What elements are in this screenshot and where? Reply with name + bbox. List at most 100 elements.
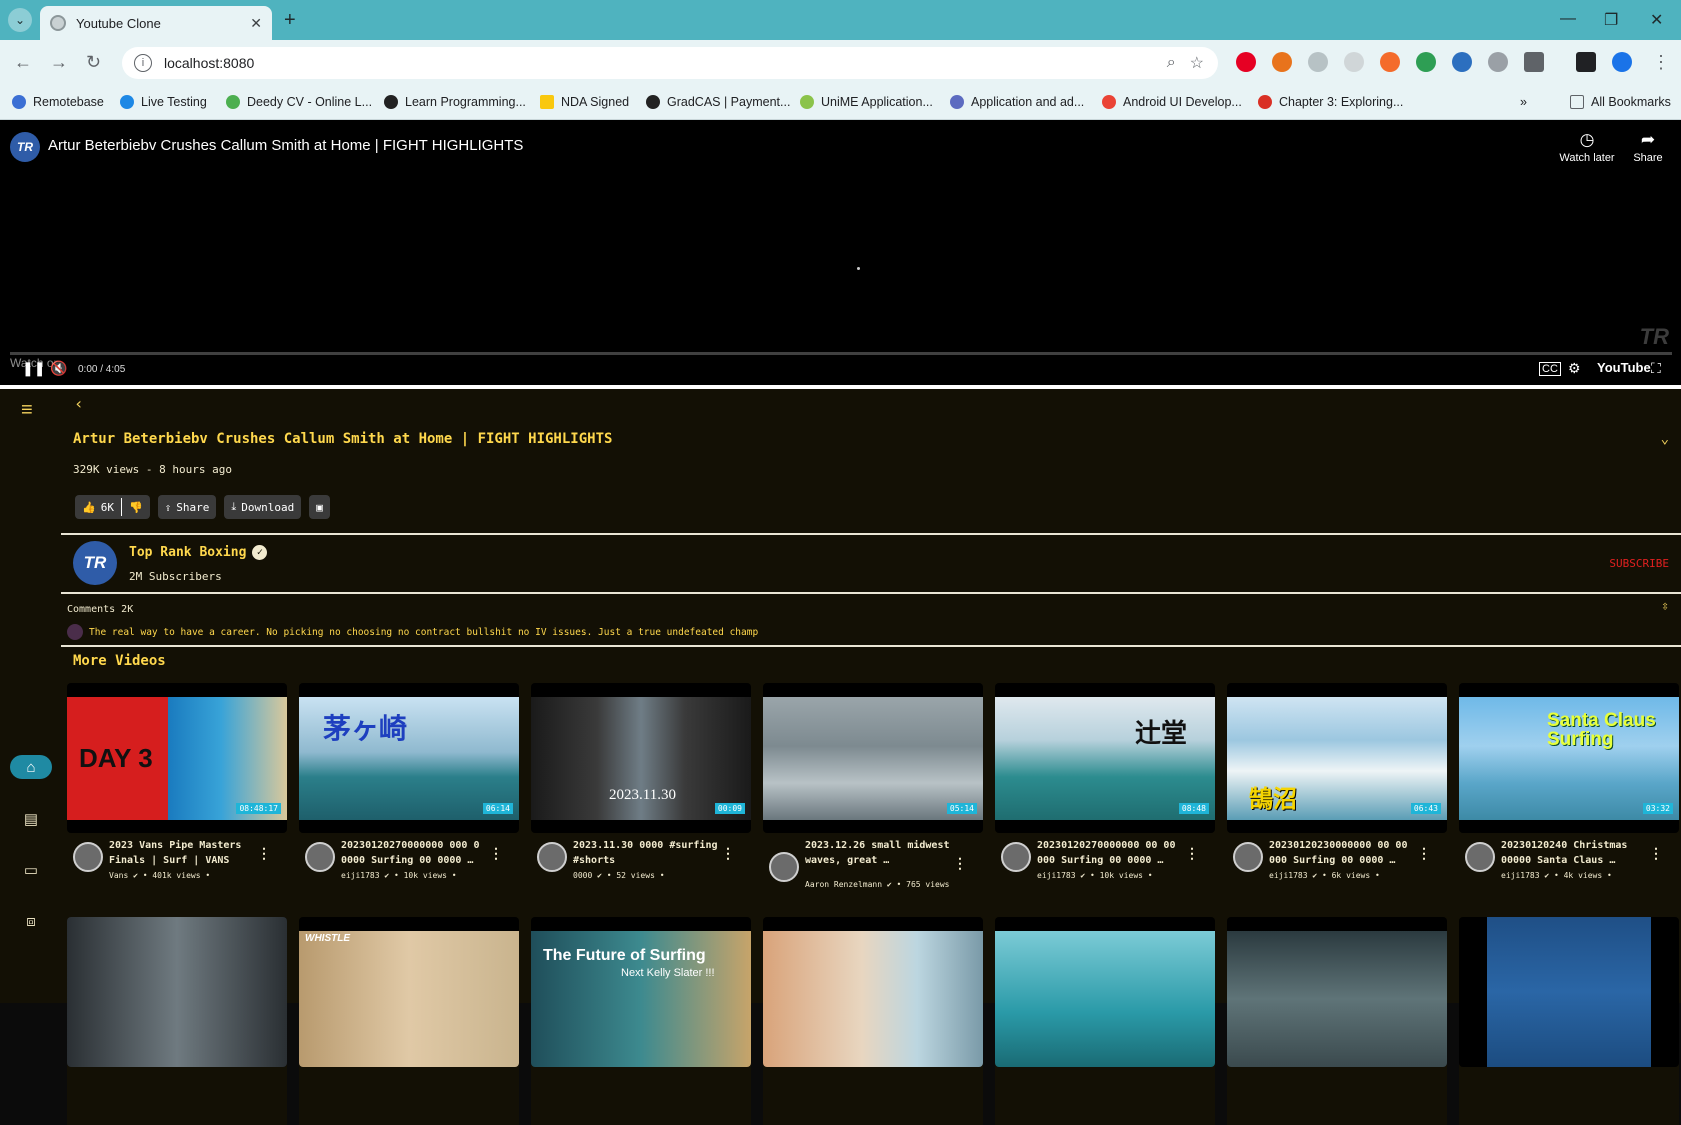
bitwarden-extension-icon[interactable]	[1452, 52, 1472, 72]
comments-heading[interactable]: Comments 2K	[67, 604, 133, 615]
video-card[interactable]: The Future of Surfing Next Kelly Slater …	[531, 917, 751, 1125]
video-thumbnail[interactable]	[67, 917, 287, 1067]
channel-watermark[interactable]: TR	[1640, 324, 1669, 350]
bookmark-gradcas[interactable]: GradCAS | Payment...	[646, 95, 790, 109]
chevron-down-icon[interactable]: ⌄	[1661, 431, 1669, 447]
bookmark-nda-signed[interactable]: NDA Signed	[540, 95, 629, 109]
window-close-icon[interactable]: ✕	[1650, 10, 1663, 30]
download-button[interactable]: ⤓ Download	[224, 495, 302, 519]
channel-avatar[interactable]: TR	[73, 541, 117, 585]
video-card[interactable]	[763, 917, 983, 1125]
video-card[interactable]: Santa Claus Surfing 03:32 20230120240 Ch…	[1459, 683, 1679, 891]
more-options-icon[interactable]: ⋮	[489, 846, 503, 862]
all-bookmarks[interactable]: All Bookmarks	[1570, 95, 1671, 109]
tab-search-icon[interactable]: ⌄	[8, 8, 32, 32]
bookmark-live-testing[interactable]: Live Testing	[120, 95, 207, 109]
video-card[interactable]	[1227, 917, 1447, 1125]
reload-icon[interactable]: ↻	[86, 52, 101, 73]
new-tab-icon[interactable]: +	[284, 9, 296, 32]
video-thumbnail[interactable]	[1459, 917, 1679, 1067]
video-card[interactable]: DAY 3 08:48:17 2023 Vans Pipe Masters Fi…	[67, 683, 287, 891]
subscriptions-icon[interactable]: ▭	[10, 858, 52, 882]
video-card[interactable]	[67, 917, 287, 1125]
video-player[interactable]: TR Artur Beterbiebv Crushes Callum Smith…	[0, 120, 1681, 385]
video-card-title[interactable]: 2023 Vans Pipe Masters Finals | Surf | V…	[109, 838, 269, 868]
bookmark-remotebase[interactable]: Remotebase	[12, 95, 104, 109]
share-button[interactable]: ⇪ Share	[157, 495, 217, 519]
settings-gear-icon[interactable]: ⚙	[1568, 360, 1581, 377]
back-icon[interactable]: ←	[14, 52, 32, 73]
progress-bar[interactable]	[10, 352, 1672, 355]
youtube-logo[interactable]: YouTube	[1597, 360, 1651, 375]
video-card-title[interactable]: 2023.12.26 small midwest waves, great …	[805, 838, 965, 868]
video-card[interactable]: 辻堂 08:48 20230120270000000 00 00 000 Sur…	[995, 683, 1215, 891]
url-text[interactable]: localhost:8080	[164, 55, 1167, 71]
video-thumbnail[interactable]	[763, 917, 983, 1067]
channel-name[interactable]: Top Rank Boxing ✓	[129, 545, 268, 560]
more-options-icon[interactable]: ⋮	[1417, 846, 1431, 862]
back-chevron-icon[interactable]: ‹	[74, 394, 84, 413]
more-options-icon[interactable]: ⋮	[953, 856, 967, 872]
video-card[interactable]: 鵠沼 06:43 20230120230000000 00 00 000 Sur…	[1227, 683, 1447, 891]
video-card[interactable]: 2023.11.30 00:09 2023.11.30 0000 #surfin…	[531, 683, 751, 891]
browser-menu-icon[interactable]: ⋮	[1652, 52, 1670, 73]
video-card-title[interactable]: 20230120240 Christmas 00000 Santa Claus …	[1501, 838, 1661, 868]
camera-extension-icon[interactable]	[1488, 52, 1508, 72]
thumbs-down-icon[interactable]: 👎	[129, 501, 143, 514]
watch-later-button[interactable]: ◷ Watch later	[1557, 130, 1617, 164]
video-card[interactable]	[1459, 917, 1679, 1125]
hamburger-menu-icon[interactable]: ≡	[21, 399, 33, 422]
channel-avatar-small[interactable]	[73, 842, 103, 872]
bookmark-deedy-cv[interactable]: Deedy CV - Online L...	[226, 95, 372, 109]
bookmark-chapter-3[interactable]: Chapter 3: Exploring...	[1258, 95, 1403, 109]
video-card-title[interactable]: 20230120270000000 000 0 0000 Surfing 00 …	[341, 838, 501, 868]
more-options-icon[interactable]: ⋮	[1649, 846, 1663, 862]
bookmark-android-ui[interactable]: Android UI Develop...	[1102, 95, 1242, 109]
video-thumbnail[interactable]: WHISTLE	[299, 917, 519, 1067]
channel-avatar-small[interactable]	[305, 842, 335, 872]
extension-badge-icon[interactable]	[1416, 52, 1436, 72]
zoom-icon[interactable]: ⌕	[1167, 54, 1176, 72]
forward-icon[interactable]: →	[50, 52, 68, 73]
captions-icon[interactable]: CC	[1539, 362, 1561, 376]
player-share-button[interactable]: ➦ Share	[1618, 130, 1678, 164]
site-info-icon[interactable]: i	[134, 54, 152, 72]
thumbs-up-icon[interactable]: 👍	[82, 501, 96, 514]
video-thumbnail[interactable]: 鵠沼 06:43	[1227, 683, 1447, 833]
u-extension-icon[interactable]	[1344, 52, 1364, 72]
more-options-icon[interactable]: ⋮	[721, 846, 735, 862]
player-channel-logo[interactable]: TR	[10, 132, 40, 162]
library-icon[interactable]: ⧈	[10, 909, 52, 933]
tab-close-icon[interactable]: ✕	[250, 15, 262, 32]
video-card-title[interactable]: 2023.11.30 0000 #surfing #shorts	[573, 838, 733, 868]
top-comment[interactable]: The real way to have a career. No pickin…	[67, 624, 758, 640]
profile-avatar-icon[interactable]	[1612, 52, 1632, 72]
expand-comments-icon[interactable]: ⇳	[1661, 599, 1669, 614]
video-thumbnail[interactable]: 05:14	[763, 683, 983, 833]
video-thumbnail[interactable]: 2023.11.30 00:09	[531, 683, 751, 833]
video-thumbnail[interactable]: Santa Claus Surfing 03:32	[1459, 683, 1679, 833]
like-dislike-button[interactable]: 👍 6K 👎	[75, 495, 150, 519]
bookmark-learn-programming[interactable]: Learn Programming...	[384, 95, 526, 109]
video-thumbnail[interactable]	[995, 917, 1215, 1067]
home-icon[interactable]: ⌂	[10, 755, 52, 779]
video-thumbnail[interactable]: 辻堂 08:48	[995, 683, 1215, 833]
video-card-title[interactable]: 20230120270000000 00 00 000 Surfing 00 0…	[1037, 838, 1197, 868]
channel-avatar-small[interactable]	[1465, 842, 1495, 872]
minimize-icon[interactable]: —	[1560, 10, 1576, 28]
channel-avatar-small[interactable]	[1233, 842, 1263, 872]
extension-icon[interactable]	[1380, 52, 1400, 72]
more-options-icon[interactable]: ⋮	[1185, 846, 1199, 862]
save-button[interactable]: ▣	[309, 495, 330, 519]
channel-avatar-small[interactable]	[1001, 842, 1031, 872]
extensions-puzzle-icon[interactable]	[1524, 52, 1544, 72]
subscribe-button[interactable]: SUBSCRIBE	[1609, 557, 1669, 570]
video-card[interactable]: 茅ヶ崎 06:14 20230120270000000 000 0 0000 S…	[299, 683, 519, 891]
video-thumbnail[interactable]	[1227, 917, 1447, 1067]
restore-icon[interactable]: ❐	[1604, 10, 1618, 30]
pause-icon[interactable]: ❚❚	[22, 360, 45, 377]
shield-extension-icon[interactable]	[1308, 52, 1328, 72]
channel-avatar-small[interactable]	[769, 852, 799, 882]
address-bar[interactable]: i localhost:8080 ⌕ ☆	[122, 47, 1218, 79]
video-card[interactable]: 05:14 2023.12.26 small midwest waves, gr…	[763, 683, 983, 891]
